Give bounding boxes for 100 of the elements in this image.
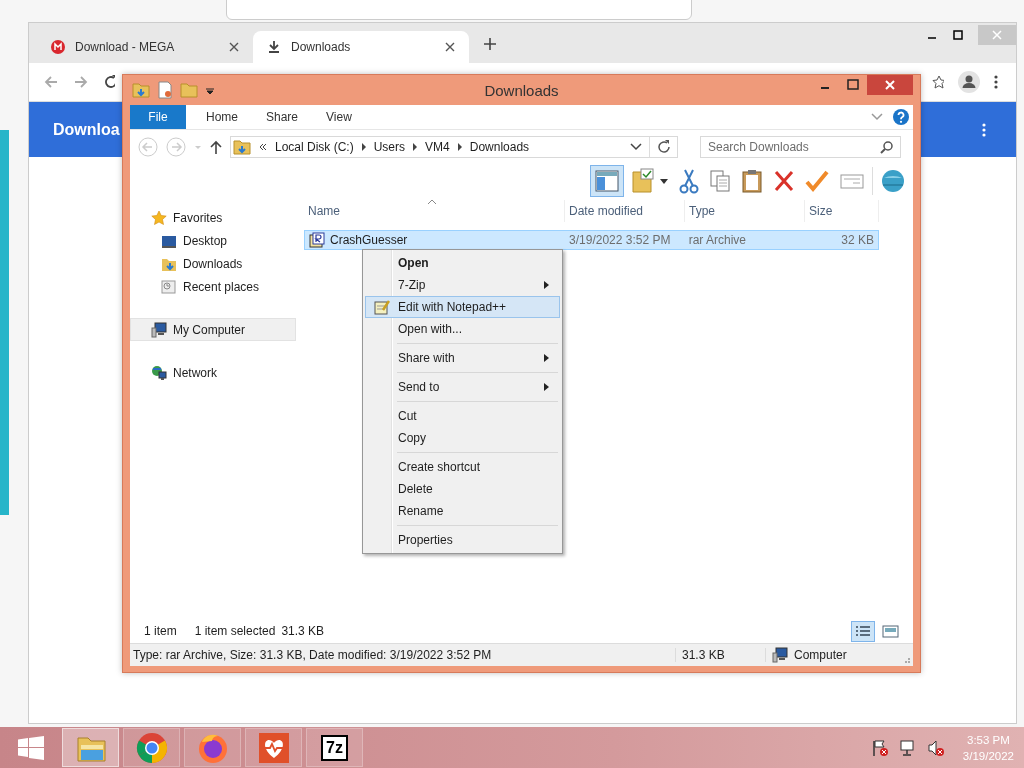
browser-tab[interactable]: Download - MEGA (37, 31, 253, 63)
reload-icon[interactable] (103, 74, 115, 90)
network-globe-icon (151, 364, 167, 381)
clipboard-icon[interactable] (741, 168, 763, 194)
table-cell-text: 3/19/2022 3:52 PM (568, 233, 672, 247)
file-name: CrashGuesser (330, 233, 408, 247)
taskbar-app[interactable]: 7z (306, 728, 363, 767)
selection-size: 31.3 KB (281, 624, 325, 638)
star-icon (151, 209, 167, 226)
close-button[interactable] (867, 75, 913, 95)
taskbar-app[interactable] (245, 728, 302, 767)
folder-icon (233, 138, 251, 156)
recent-places-icon (161, 278, 177, 295)
submenu-arrow-icon (544, 383, 549, 391)
file-tab[interactable]: File (130, 105, 186, 129)
scissors-icon[interactable] (679, 168, 699, 194)
maximize-icon[interactable] (952, 29, 964, 41)
taskbar-app[interactable] (184, 728, 241, 767)
large-icons-view-icon (881, 622, 901, 640)
menu-icon[interactable] (994, 75, 998, 89)
search-field[interactable]: Search Downloads (700, 136, 901, 158)
menu-item[interactable]: Cut (365, 405, 560, 427)
nav-item[interactable]: Desktop (130, 229, 296, 252)
delete-icon[interactable] (773, 168, 795, 194)
table-cell-text: rar Archive (687, 233, 747, 247)
heart-pulse-icon (257, 731, 290, 764)
help-icon[interactable] (893, 109, 909, 125)
menu-item[interactable]: Create shortcut (365, 456, 560, 478)
search-icon[interactable] (880, 140, 894, 154)
nav-item[interactable]: My Computer (130, 318, 296, 341)
app-logo: 7z (321, 734, 348, 761)
flag-alert-icon[interactable] (870, 738, 889, 757)
breadcrumb[interactable]: Local Disk (C:) (275, 140, 354, 154)
column-header[interactable]: Date modified (565, 200, 685, 222)
menu-item[interactable]: Open (365, 252, 560, 274)
close-icon (991, 29, 1003, 41)
menu-item[interactable]: Send to (365, 376, 560, 398)
taskbar-app[interactable] (123, 728, 180, 767)
breadcrumb[interactable]: Downloads (469, 140, 530, 154)
notepad-icon (374, 299, 390, 315)
nav-item[interactable]: Network (130, 361, 296, 384)
checkmark-icon[interactable] (805, 168, 829, 194)
menu-item[interactable]: 7-Zip (365, 274, 560, 296)
ribbon-tab[interactable]: Share (252, 105, 313, 129)
address-bar[interactable]: Local Disk (C:) Users VM4 Downloads (230, 136, 678, 158)
page-title: Downloa (53, 120, 120, 139)
details-view-button[interactable] (851, 620, 875, 642)
menu-item[interactable]: Delete (365, 478, 560, 500)
column-header[interactable]: Name (304, 200, 565, 222)
nav-item[interactable]: Favorites (130, 206, 296, 229)
menu-item[interactable]: Rename (365, 500, 560, 522)
menu-icon[interactable] (982, 122, 986, 137)
menu-item[interactable]: Open with... (365, 318, 560, 340)
ribbon-tab[interactable]: Home (192, 105, 252, 129)
up-arrow-icon[interactable] (210, 140, 222, 154)
network-icon[interactable] (898, 738, 917, 757)
selection-info: 1 item selected (194, 624, 276, 638)
properties-icon[interactable] (157, 81, 173, 99)
close-icon[interactable] (229, 42, 239, 52)
speaker-muted-icon[interactable] (926, 738, 945, 757)
column-header[interactable]: Type (685, 200, 805, 222)
breadcrumb-arrow-icon[interactable] (412, 143, 419, 151)
close-icon[interactable] (445, 42, 455, 52)
preview-pane-button[interactable] (590, 165, 624, 197)
ribbon-tab[interactable]: View (312, 105, 366, 129)
status-size: 31.3 KB (676, 648, 766, 662)
submenu-arrow-icon (544, 354, 549, 362)
preview-pane-icon (593, 168, 621, 194)
breadcrumb-arrow-icon[interactable] (456, 143, 463, 151)
file-row[interactable]: CrashGuesser 3/19/2022 3:52 PM rar Archive 32 KB (304, 230, 879, 250)
dropdown-icon[interactable] (205, 85, 215, 95)
archive-file-icon (309, 232, 325, 248)
nav-item[interactable]: Recent places (130, 275, 296, 298)
menu-item[interactable]: Share with (365, 347, 560, 369)
breadcrumb-arrow-icon[interactable] (360, 143, 367, 151)
close-icon (884, 79, 896, 91)
download-icon (267, 40, 281, 54)
mega-logo-icon (51, 40, 65, 54)
refresh-icon[interactable] (657, 140, 671, 154)
menu-item[interactable]: Properties (365, 529, 560, 551)
status-details: Type: rar Archive, Size: 31.3 KB, Date modified: 3/19/2022 3:52 PM (130, 648, 676, 662)
menu-item[interactable]: Edit with Notepad++ (365, 296, 560, 318)
new-tab-icon[interactable] (483, 37, 497, 51)
submenu-arrow-icon (544, 281, 549, 289)
breadcrumb[interactable]: VM4 (425, 140, 450, 154)
bookmark-star-icon[interactable] (932, 75, 944, 89)
column-header[interactable]: Size (805, 200, 879, 222)
breadcrumb[interactable]: Users (373, 140, 406, 154)
folder-check-icon[interactable] (631, 168, 669, 194)
nav-item[interactable]: Downloads (130, 252, 296, 275)
windows-logo-icon[interactable] (18, 735, 44, 760)
menu-item[interactable]: Copy (365, 427, 560, 449)
chrome-logo-icon (135, 731, 168, 764)
browser-tab[interactable]: Downloads (253, 31, 469, 63)
item-count: 1 item (144, 624, 177, 638)
chevron-down-icon[interactable] (630, 142, 642, 152)
profile-icon[interactable] (958, 71, 980, 93)
globe-icon[interactable] (880, 168, 906, 194)
folder-icon[interactable] (132, 81, 150, 99)
overflow-chevron-icon[interactable] (258, 142, 268, 152)
